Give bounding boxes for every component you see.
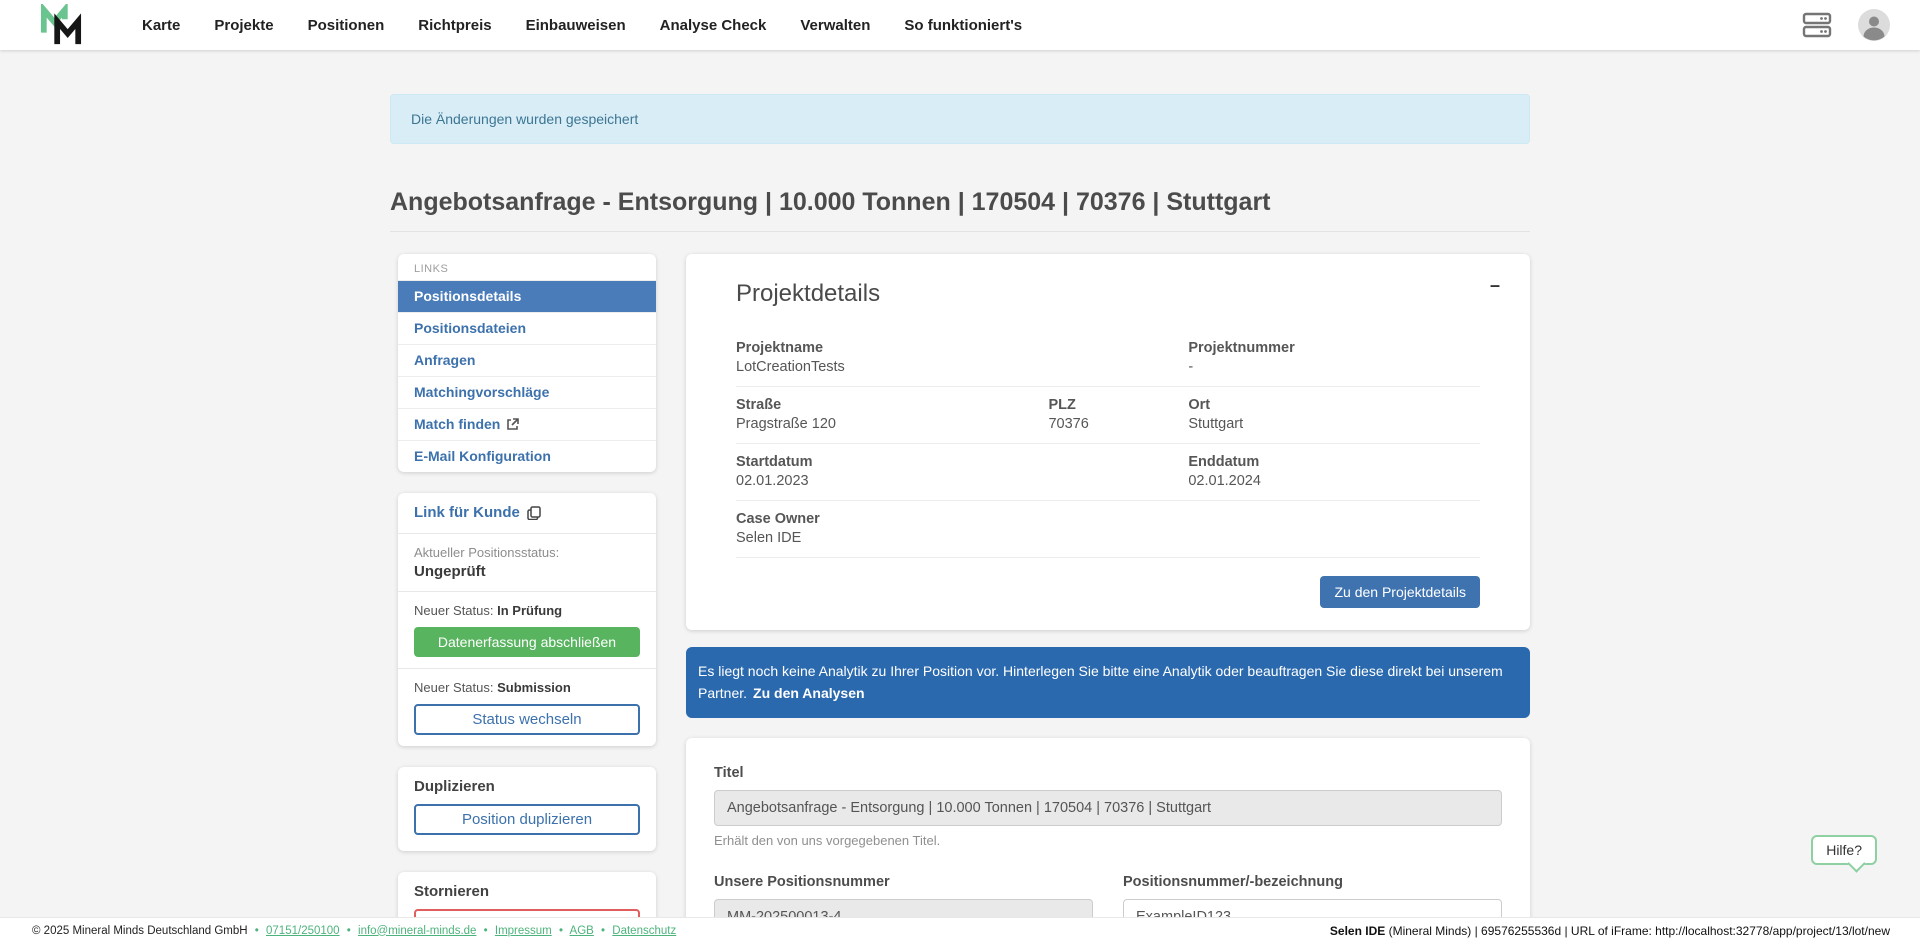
sidebar-item-match-finden[interactable]: Match finden [398, 408, 656, 440]
external-link-icon [506, 418, 519, 431]
unsere-positionsnummer-label: Unsere Positionsnummer [714, 874, 1093, 890]
switch-status-button[interactable]: Status wechseln [414, 704, 640, 735]
links-card: LINKS Positionsdetails Positionsdateien … [398, 254, 656, 472]
new-status-value: In Prüfung [497, 603, 562, 618]
sidebar-item-positionsdateien[interactable]: Positionsdateien [398, 312, 656, 344]
nav-item-analyse-check[interactable]: Analyse Check [660, 17, 767, 34]
enddatum-value: 02.01.2024 [1188, 473, 1480, 489]
duplicate-position-button[interactable]: Position duplizieren [414, 804, 640, 835]
project-row-dates: Startdatum 02.01.2023 Enddatum 02.01.202… [736, 444, 1480, 501]
go-to-analyses-link[interactable]: Zu den Analysen [753, 685, 865, 701]
projektnummer-value: - [1188, 359, 1480, 375]
page-title: Angebotsanfrage - Entsorgung | 10.000 To… [390, 188, 1530, 232]
mineral-minds-logo[interactable] [38, 4, 84, 46]
sidebar-item-label: Matchingvorschläge [414, 384, 549, 400]
footer-session-info: Selen IDE (Mineral Minds) | 69576255536d… [1330, 924, 1890, 938]
ort-value: Stuttgart [1188, 416, 1480, 432]
links-card-header: LINKS [398, 254, 656, 280]
case-owner-value: Selen IDE [736, 530, 1188, 546]
nav-item-positionen[interactable]: Positionen [308, 17, 385, 34]
sidebar-item-label: Positionsdateien [414, 320, 526, 336]
sidebar-item-label: Positionsdetails [414, 288, 521, 304]
footer-separator: • [255, 925, 259, 937]
customer-link-label: Link für Kunde [414, 504, 520, 521]
current-status-label: Aktueller Positionsstatus: [414, 545, 640, 560]
nav-item-einbauweisen[interactable]: Einbauweisen [526, 17, 626, 34]
sidebar-item-email-konfiguration[interactable]: E-Mail Konfiguration [398, 440, 656, 472]
ort-label: Ort [1188, 397, 1480, 413]
duplicate-card: Duplizieren Position duplizieren [398, 767, 656, 851]
server-stack-icon[interactable] [1802, 12, 1832, 38]
main-nav: Karte Projekte Positionen Richtpreis Ein… [142, 17, 1022, 34]
project-row-name-number: Projektname LotCreationTests Projektnumm… [736, 330, 1480, 387]
project-details-card: Projektdetails – Projektname LotCreation… [686, 254, 1530, 630]
status-card: Link für Kunde Aktueller Positionsstatus… [398, 493, 656, 746]
analytics-banner: Es liegt noch keine Analytik zu Ihrer Po… [686, 647, 1530, 718]
sidebar-item-positionsdetails[interactable]: Positionsdetails [398, 280, 656, 312]
nav-item-projekte[interactable]: Projekte [214, 17, 273, 34]
sidebar-item-matchingvorschlaege[interactable]: Matchingvorschläge [398, 376, 656, 408]
projektname-value: LotCreationTests [736, 359, 1188, 375]
footer-separator: • [347, 925, 351, 937]
strasse-label: Straße [736, 397, 1048, 413]
footer-separator: • [484, 925, 488, 937]
user-avatar-icon[interactable] [1858, 9, 1890, 41]
nav-item-verwalten[interactable]: Verwalten [800, 17, 870, 34]
projektname-label: Projektname [736, 340, 1188, 356]
project-row-owner: Case Owner Selen IDE [736, 501, 1480, 558]
projektnummer-label: Projektnummer [1188, 340, 1480, 356]
enddatum-label: Enddatum [1188, 454, 1480, 470]
startdatum-value: 02.01.2023 [736, 473, 1188, 489]
position-form-card: Titel Erhält den von uns vorgegebenen Ti… [686, 738, 1530, 943]
sidebar: LINKS Positionsdetails Positionsdateien … [398, 254, 656, 943]
footer-agb-link[interactable]: AGB [570, 925, 594, 937]
titel-label: Titel [714, 765, 1502, 781]
footer-impressum-link[interactable]: Impressum [495, 925, 552, 937]
footer-session-details: (Mineral Minds) | 69576255536d | URL of … [1385, 924, 1890, 938]
new-status-label: Neuer Status: [414, 680, 494, 695]
sidebar-item-anfragen[interactable]: Anfragen [398, 344, 656, 376]
footer-separator: • [601, 925, 605, 937]
new-status-line-1: Neuer Status: In Prüfung [414, 603, 640, 618]
strasse-value: Pragstraße 120 [736, 416, 1048, 432]
positionsnummer-label: Positionsnummer/-bezeichnung [1123, 874, 1502, 890]
footer: © 2025 Mineral Minds Deutschland GmbH • … [0, 917, 1920, 943]
titel-input[interactable] [714, 790, 1502, 826]
collapse-card-button[interactable]: – [1490, 276, 1500, 294]
titel-help-text: Erhält den von uns vorgegebenen Titel. [714, 833, 1502, 848]
current-status-value: Ungeprüft [414, 563, 640, 580]
complete-data-entry-button[interactable]: Datenerfassung abschließen [414, 627, 640, 657]
plz-label: PLZ [1048, 397, 1188, 413]
new-status-line-2: Neuer Status: Submission [414, 680, 640, 695]
startdatum-label: Startdatum [736, 454, 1188, 470]
nav-item-richtpreis[interactable]: Richtpreis [418, 17, 491, 34]
new-status-value: Submission [497, 680, 571, 695]
project-details-title: Projektdetails [736, 280, 1480, 308]
duplicate-card-title: Duplizieren [414, 778, 640, 795]
footer-left: © 2025 Mineral Minds Deutschland GmbH • … [32, 925, 676, 937]
footer-datenschutz-link[interactable]: Datenschutz [612, 925, 676, 937]
help-button[interactable]: Hilfe? [1811, 835, 1877, 865]
new-status-label: Neuer Status: [414, 603, 494, 618]
nav-item-karte[interactable]: Karte [142, 17, 180, 34]
nav-item-so-funktionierts[interactable]: So funktioniert's [904, 17, 1022, 34]
sidebar-item-label: E-Mail Konfiguration [414, 448, 551, 464]
copy-icon [527, 506, 541, 520]
case-owner-label: Case Owner [736, 511, 1188, 527]
saved-alert: Die Änderungen wurden gespeichert [390, 94, 1530, 144]
go-to-project-details-button[interactable]: Zu den Projektdetails [1320, 576, 1480, 608]
cancel-card-title: Stornieren [414, 883, 640, 900]
plz-value: 70376 [1048, 416, 1188, 432]
footer-separator: • [559, 925, 563, 937]
saved-alert-text: Die Änderungen wurden gespeichert [411, 111, 638, 127]
footer-phone-link[interactable]: 07151/250100 [266, 925, 340, 937]
project-row-address: Straße Pragstraße 120 PLZ 70376 Ort Stut… [736, 387, 1480, 444]
sidebar-item-label: Match finden [414, 416, 500, 432]
customer-link[interactable]: Link für Kunde [414, 504, 541, 521]
sidebar-item-label: Anfragen [414, 352, 475, 368]
footer-copyright: © 2025 Mineral Minds Deutschland GmbH [32, 925, 248, 937]
footer-email-link[interactable]: info@mineral-minds.de [358, 925, 476, 937]
top-navigation-bar: Karte Projekte Positionen Richtpreis Ein… [0, 0, 1920, 50]
footer-user-name: Selen IDE [1330, 924, 1385, 938]
